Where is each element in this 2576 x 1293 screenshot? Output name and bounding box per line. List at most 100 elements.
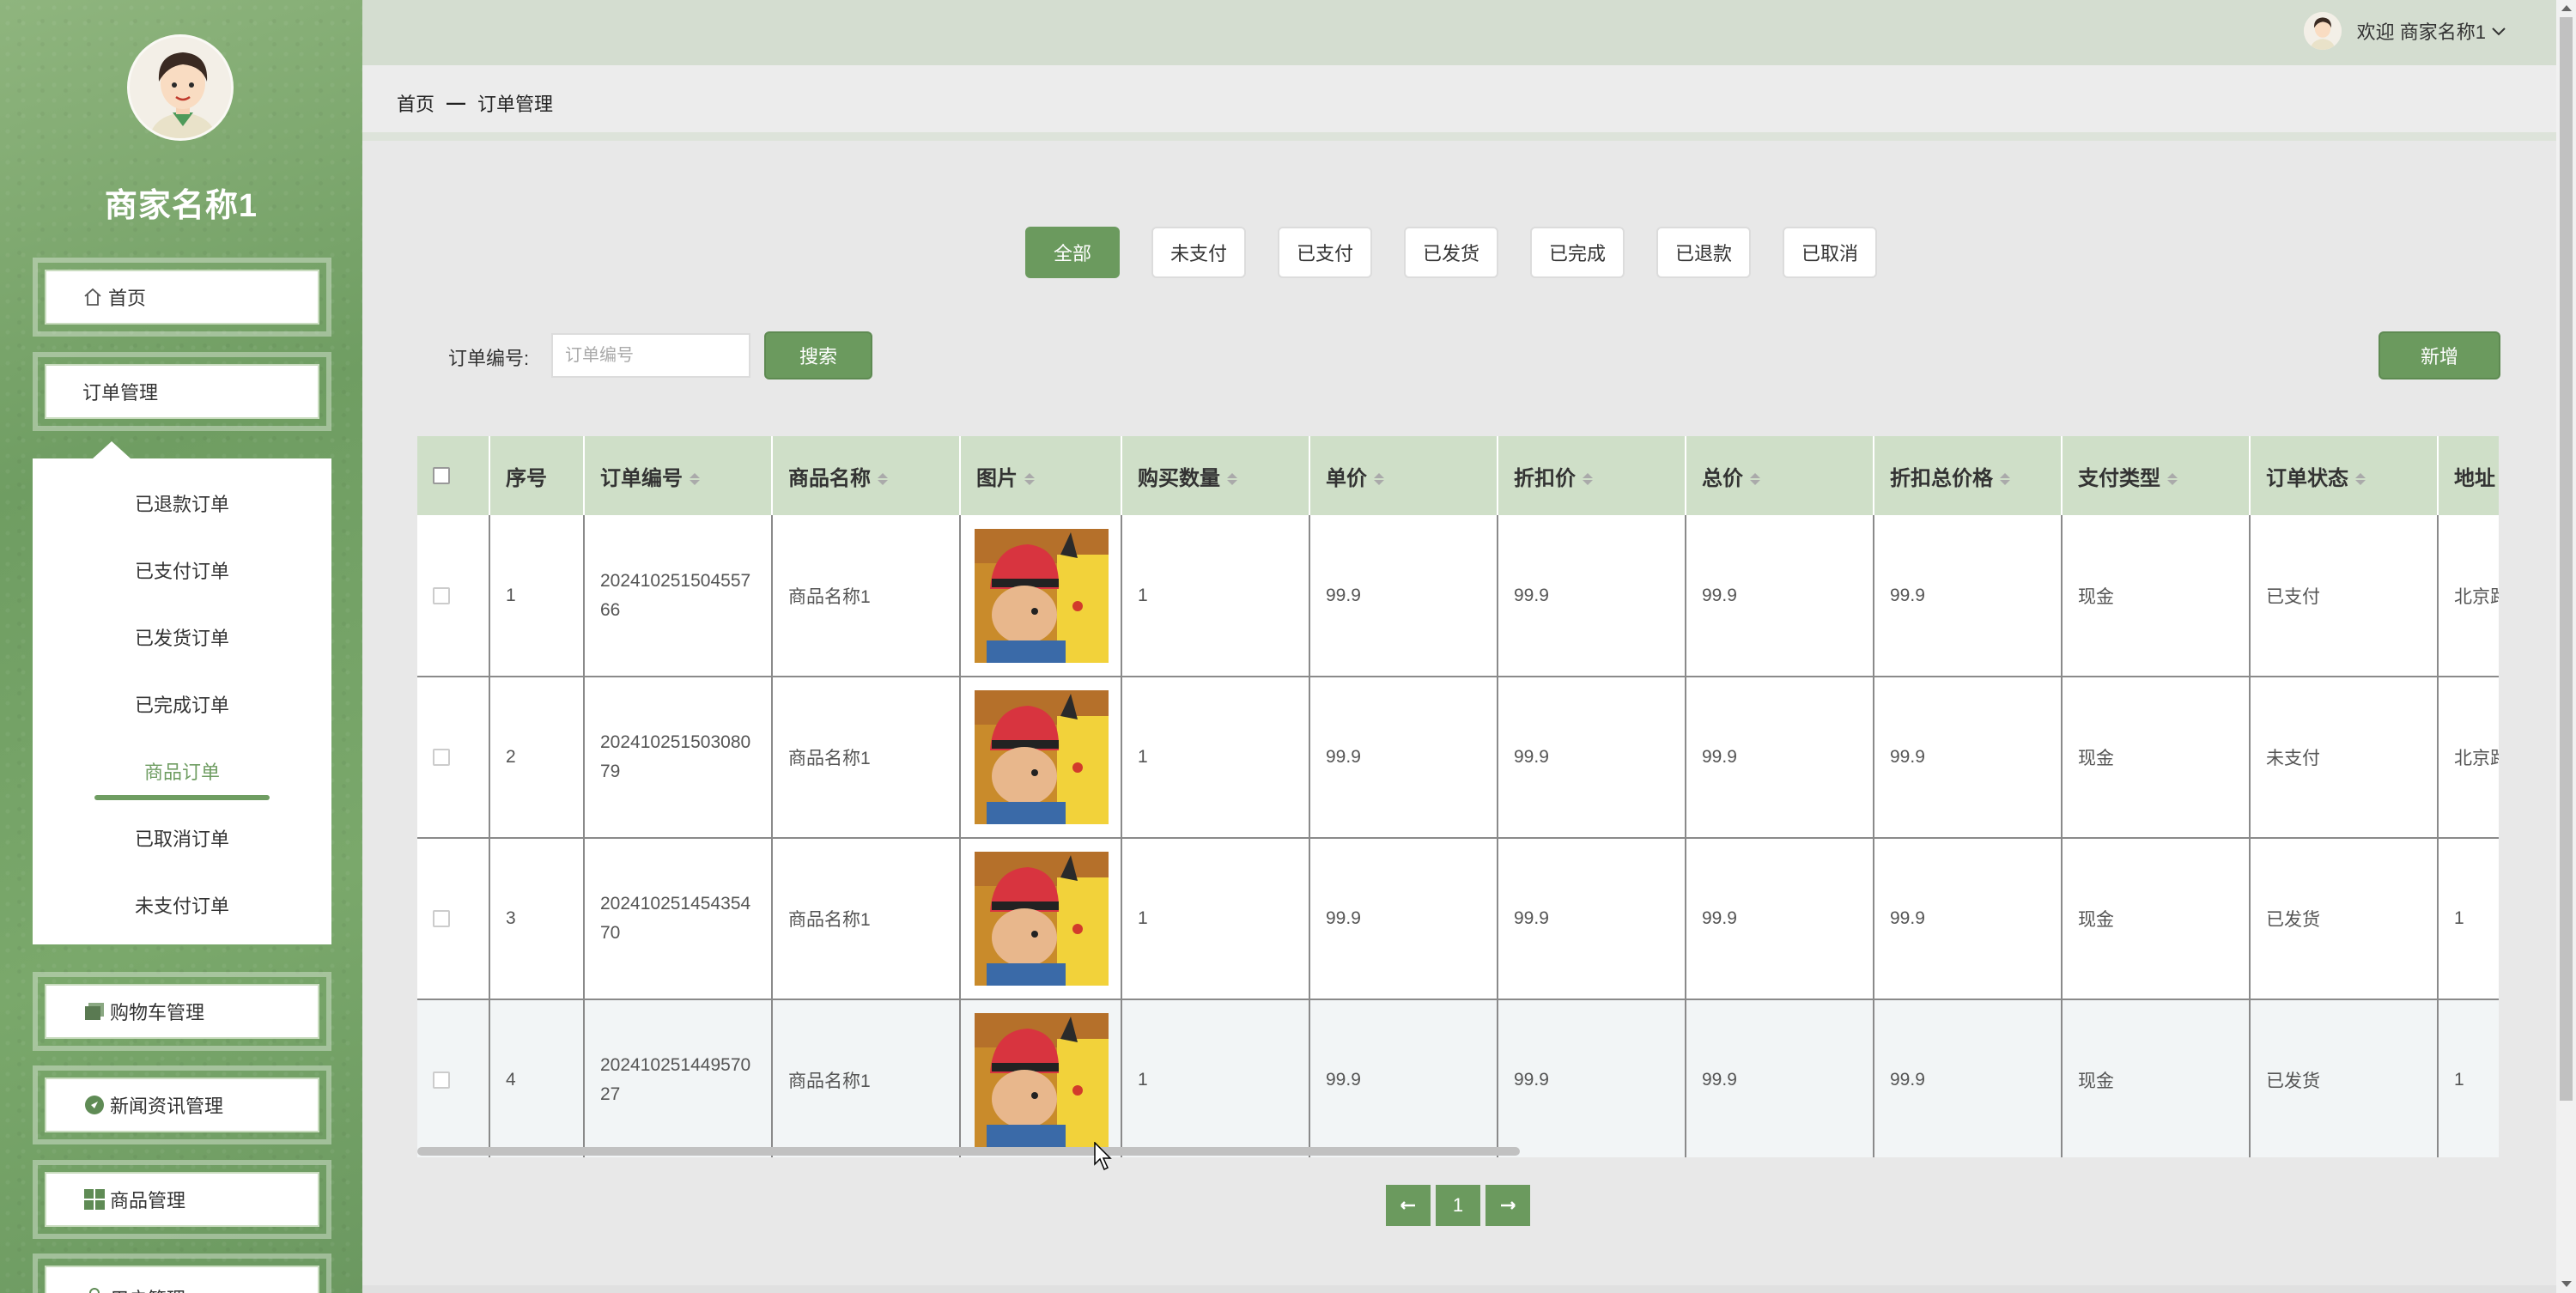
sort-icon[interactable] [878, 473, 888, 486]
row-checkbox[interactable] [433, 1071, 450, 1089]
tab-unpaid[interactable]: 未支付 [1151, 227, 1246, 278]
header-order-no[interactable]: 订单编号 [584, 436, 773, 515]
cell-product: 商品名称1 [772, 838, 961, 1000]
cell-address: 1 [2438, 999, 2499, 1157]
row-select-cell[interactable] [417, 677, 490, 839]
submenu-item-refunded[interactable]: 已退款订单 [33, 489, 331, 517]
cell-discount: 99.9 [1498, 999, 1686, 1157]
header-status[interactable]: 订单状态 [2250, 436, 2439, 515]
sort-icon[interactable] [2355, 473, 2366, 486]
header-price[interactable]: 单价 [1309, 436, 1498, 515]
sort-icon[interactable] [2167, 473, 2178, 486]
menu-item-home[interactable]: 首页 [33, 258, 331, 337]
header-image[interactable]: 图片 [960, 436, 1122, 515]
cell-qty: 1 [1121, 677, 1310, 839]
scrollbar-thumb[interactable] [2560, 17, 2573, 1101]
page-vertical-scrollbar[interactable] [2556, 0, 2576, 1293]
add-button[interactable]: 新增 [2379, 331, 2500, 379]
header-address: 地址 [2438, 436, 2499, 515]
cell-status: 未支付 [2250, 677, 2439, 839]
submenu-item-product-orders[interactable]: 商品订单 [33, 757, 331, 785]
submenu-item-unpaid[interactable]: 未支付订单 [33, 891, 331, 919]
product-image[interactable] [975, 528, 1109, 663]
product-image[interactable] [975, 690, 1109, 824]
menu-label: 购物车管理 [110, 1002, 205, 1023]
menu-item-cart[interactable]: 购物车管理 [33, 972, 331, 1051]
cell-total: 99.9 [1686, 838, 1874, 1000]
tab-cancelled[interactable]: 已取消 [1783, 227, 1877, 278]
tab-completed[interactable]: 已完成 [1530, 227, 1625, 278]
mouse-cursor-icon [1094, 1141, 1113, 1175]
page-number-button[interactable]: 1 [1436, 1185, 1480, 1226]
menu-item-news[interactable]: 新闻资讯管理 [33, 1065, 331, 1144]
breadcrumb-bar: 首页 — 订单管理 [362, 65, 2556, 141]
cell-price: 99.9 [1309, 838, 1498, 1000]
submenu-item-cancelled[interactable]: 已取消订单 [33, 824, 331, 852]
user-menu[interactable]: 欢迎 商家名称1 [2303, 12, 2506, 50]
select-all-checkbox[interactable] [433, 467, 450, 484]
row-select-cell[interactable] [417, 838, 490, 1000]
news-icon [82, 1093, 106, 1117]
header-pay-type[interactable]: 支付类型 [2062, 436, 2251, 515]
menu-label: 首页 [108, 288, 147, 309]
sort-icon[interactable] [1374, 473, 1384, 486]
pagination: 1 [1386, 1185, 1535, 1226]
orders-table: 序号 订单编号 商品名称 图片 购买数量 单价 折扣价 总价 折扣总价格 支付类… [417, 436, 2499, 1157]
search-button[interactable]: 搜索 [764, 331, 872, 379]
tab-paid[interactable]: 已支付 [1278, 227, 1372, 278]
cell-status: 已发货 [2250, 999, 2439, 1157]
prev-page-button[interactable] [1386, 1185, 1431, 1226]
sort-icon[interactable] [1750, 473, 1760, 486]
welcome-text: 欢迎 商家名称1 [2356, 21, 2486, 43]
sort-icon[interactable] [2000, 473, 2010, 486]
sort-icon[interactable] [1583, 473, 1593, 486]
row-checkbox[interactable] [433, 910, 450, 927]
header-product[interactable]: 商品名称 [772, 436, 961, 515]
row-checkbox[interactable] [433, 749, 450, 766]
sort-icon[interactable] [690, 473, 700, 486]
header-qty[interactable]: 购买数量 [1121, 436, 1310, 515]
header-total[interactable]: 总价 [1686, 436, 1874, 515]
cell-qty: 1 [1121, 515, 1310, 677]
status-filter-tabs: 全部 未支付 已支付 已发货 已完成 已退款 已取消 [1025, 227, 1909, 278]
order-number-input[interactable] [551, 333, 750, 378]
row-select-cell[interactable] [417, 515, 490, 677]
header-discount[interactable]: 折扣价 [1498, 436, 1686, 515]
cell-order-no: 202410251449570 27 [584, 999, 773, 1157]
table-horizontal-scrollbar[interactable] [417, 1147, 1520, 1156]
menu-item-users[interactable]: 用户管理 [33, 1254, 331, 1293]
cell-address: 北京路 [2438, 515, 2499, 677]
submenu-item-completed[interactable]: 已完成订单 [33, 690, 331, 718]
scroll-up-icon[interactable] [2561, 5, 2572, 11]
product-image[interactable] [975, 1013, 1109, 1147]
sort-icon[interactable] [1227, 473, 1237, 486]
tab-all[interactable]: 全部 [1025, 227, 1120, 278]
cell-status: 已发货 [2250, 838, 2439, 1000]
cell-address: 1 [2438, 838, 2499, 1000]
grid-icon [82, 1187, 106, 1211]
submenu-item-shipped[interactable]: 已发货订单 [33, 623, 331, 651]
scroll-down-icon[interactable] [2561, 1281, 2572, 1287]
header-select-all[interactable] [417, 436, 490, 515]
row-checkbox[interactable] [433, 586, 450, 604]
menu-item-orders[interactable]: 订单管理 [33, 352, 331, 431]
cell-pay-type: 现金 [2062, 838, 2251, 1000]
cell-index: 2 [489, 677, 585, 839]
page-horizontal-scrollbar[interactable] [362, 1285, 2556, 1293]
table-header-row: 序号 订单编号 商品名称 图片 购买数量 单价 折扣价 总价 折扣总价格 支付类… [417, 436, 2499, 515]
next-page-button[interactable] [1485, 1185, 1530, 1226]
sidebar: 商家名称1 首页 订单管理 已退款订单 已支付订单 已发货订单 已完成订单 商品… [0, 0, 362, 1293]
cell-image [960, 515, 1122, 677]
header-discount-total[interactable]: 折扣总价格 [1874, 436, 2063, 515]
breadcrumb-home[interactable]: 首页 [397, 89, 434, 117]
tab-refunded[interactable]: 已退款 [1656, 227, 1751, 278]
tab-shipped[interactable]: 已发货 [1404, 227, 1498, 278]
cell-discount-total: 99.9 [1874, 677, 2063, 839]
menu-item-products[interactable]: 商品管理 [33, 1160, 331, 1239]
row-select-cell[interactable] [417, 999, 490, 1157]
submenu-item-paid[interactable]: 已支付订单 [33, 556, 331, 584]
cell-discount-total: 99.9 [1874, 838, 2063, 1000]
cell-product: 商品名称1 [772, 515, 961, 677]
product-image[interactable] [975, 852, 1109, 986]
sort-icon[interactable] [1024, 473, 1035, 486]
